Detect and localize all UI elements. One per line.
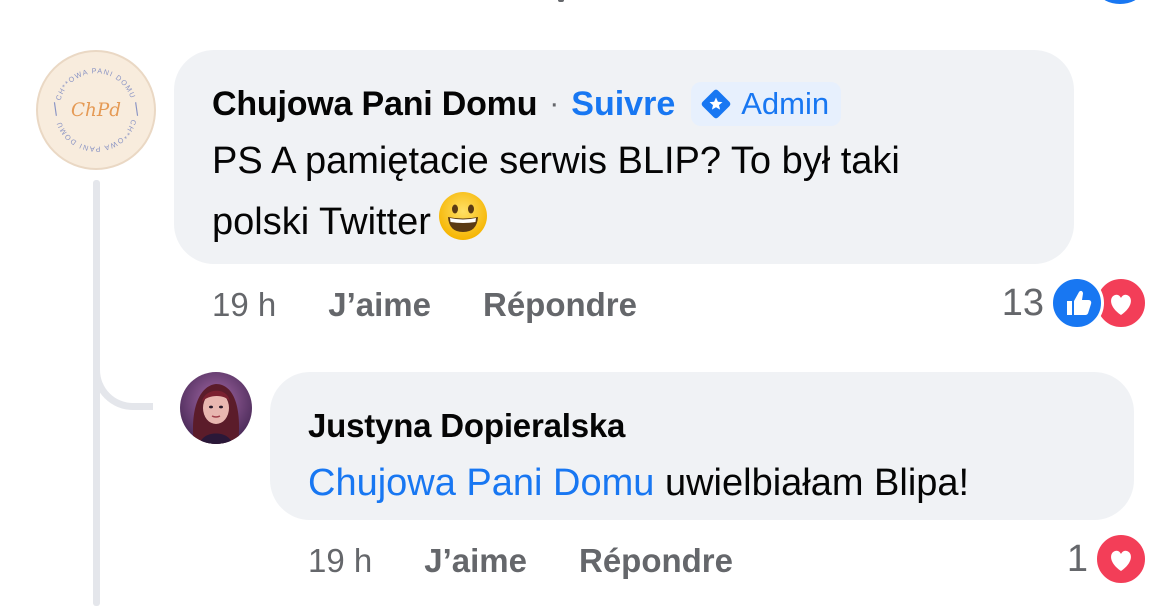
like-button[interactable]: J’aime bbox=[328, 286, 431, 324]
reply-text-body: uwielbiałam Blipa! bbox=[664, 462, 970, 504]
reply-text: Chujowa Pani Domu uwielbiałam Blipa! bbox=[308, 454, 1096, 512]
separator-dot: · bbox=[549, 87, 560, 120]
comment-text: PS A pamiętacie serwis BLIP? To był taki… bbox=[212, 132, 1036, 251]
admin-star-diamond-icon bbox=[701, 89, 731, 119]
like-icon bbox=[1050, 276, 1104, 330]
mention-link[interactable]: Chujowa Pani Domu bbox=[308, 462, 654, 504]
svg-text:ChPd: ChPd bbox=[71, 100, 121, 121]
reply-like-button[interactable]: J’aime bbox=[424, 542, 527, 580]
reply-timestamp[interactable]: 19 h bbox=[308, 542, 372, 580]
page-logo: CH**OWA PANI DOMU CH**OWA PANI DOMU ChPd bbox=[41, 55, 151, 165]
reply-reaction-count: 1 bbox=[1066, 537, 1088, 580]
reply-actions: 19 h J’aime Répondre bbox=[308, 536, 733, 586]
admin-label: Admin bbox=[741, 86, 830, 121]
reply-reply-button[interactable]: Répondre bbox=[579, 542, 733, 580]
reactions-summary[interactable]: 13 bbox=[1001, 276, 1148, 330]
comment-bubble: Chujowa Pani Domu · Suivre Admin PS A pa… bbox=[174, 50, 1074, 264]
reply-reactions-summary[interactable]: 1 bbox=[1066, 532, 1148, 586]
reply-author-row: Justyna Dopieralska bbox=[308, 400, 1096, 452]
reply-author-avatar[interactable] bbox=[180, 372, 252, 444]
author-row: Chujowa Pani Domu · Suivre Admin bbox=[212, 78, 1036, 130]
author-name[interactable]: Chujowa Pani Domu bbox=[212, 85, 537, 124]
previous-content-remnant bbox=[540, 0, 580, 4]
grinning-face-icon bbox=[437, 190, 489, 242]
admin-badge[interactable]: Admin bbox=[691, 82, 842, 126]
author-avatar[interactable]: CH**OWA PANI DOMU CH**OWA PANI DOMU ChPd bbox=[36, 50, 156, 170]
profile-photo bbox=[180, 372, 252, 444]
reply-bubble: Justyna Dopieralska Chujowa Pani Domu uw… bbox=[270, 372, 1134, 520]
thread-branch-line bbox=[93, 330, 153, 410]
comment-timestamp[interactable]: 19 h bbox=[212, 286, 276, 324]
reply-author-name[interactable]: Justyna Dopieralska bbox=[308, 407, 625, 445]
comment-actions: 19 h J’aime Répondre bbox=[212, 280, 637, 330]
follow-button[interactable]: Suivre bbox=[571, 85, 675, 124]
reply-button[interactable]: Répondre bbox=[483, 286, 637, 324]
thread-line bbox=[93, 180, 100, 606]
previous-reaction-remnant bbox=[1100, 0, 1140, 4]
comment-text-line-2: polski Twitter bbox=[212, 201, 431, 243]
love-icon bbox=[1094, 532, 1148, 586]
reaction-count: 13 bbox=[1001, 281, 1044, 324]
comment-text-line-1: PS A pamiętacie serwis BLIP? To był taki bbox=[212, 140, 900, 182]
